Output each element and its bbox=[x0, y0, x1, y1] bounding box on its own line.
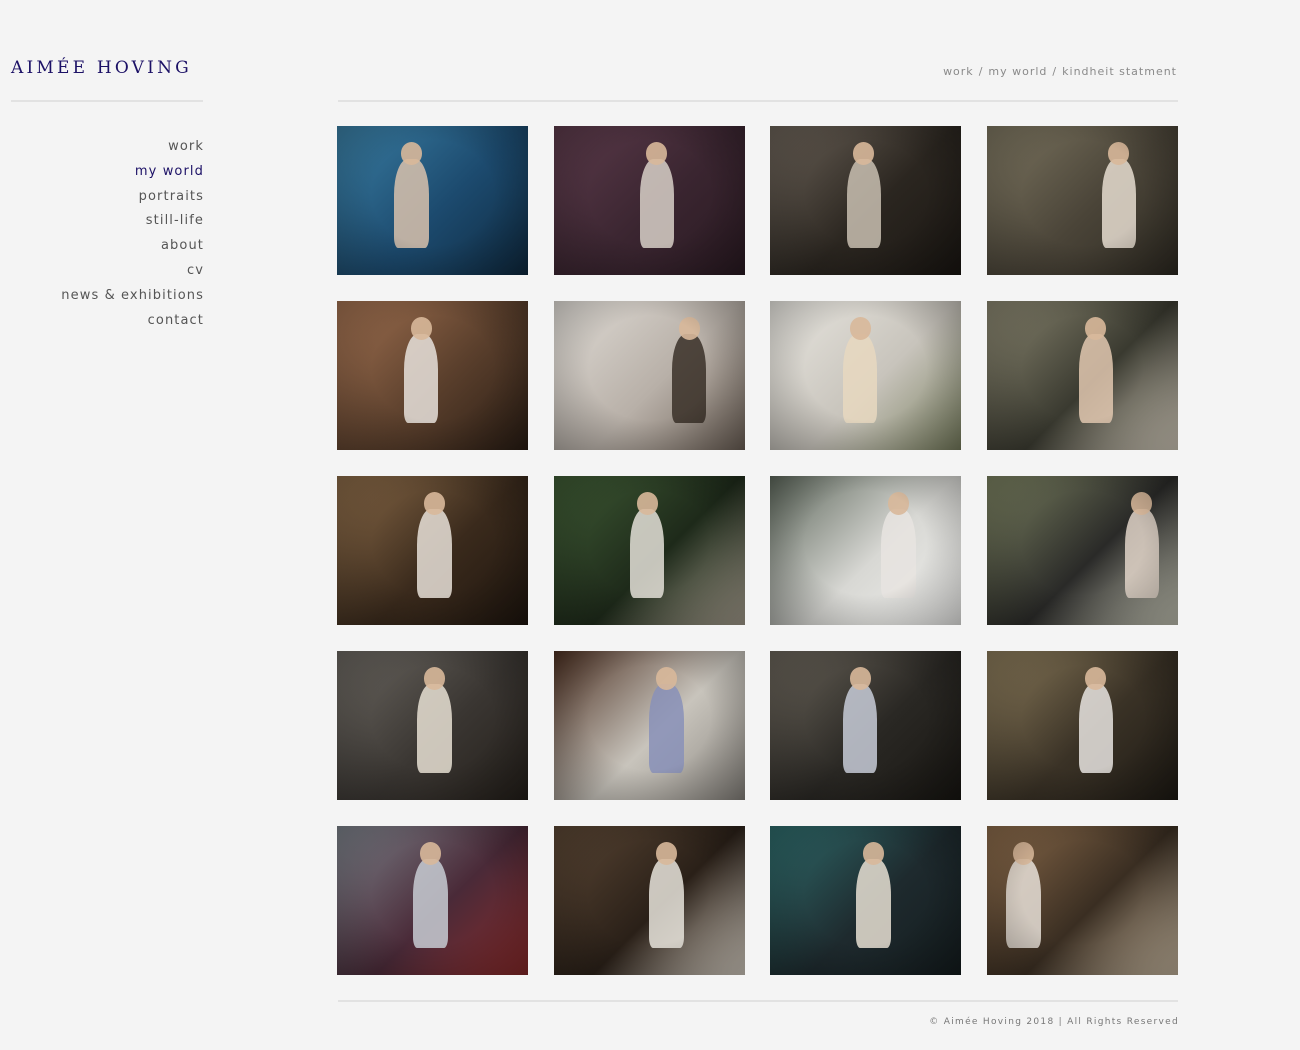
gallery-thumbnail[interactable] bbox=[770, 651, 962, 800]
gallery-thumbnail[interactable] bbox=[337, 126, 528, 275]
header-divider bbox=[338, 100, 1178, 102]
page: AIMÉE HOVING work my world portraits sti… bbox=[0, 0, 1300, 1050]
main-nav: work my world portraits still-life about… bbox=[11, 137, 204, 335]
gallery-thumbnail[interactable] bbox=[987, 301, 1179, 450]
gallery-thumbnail[interactable] bbox=[987, 476, 1179, 625]
breadcrumb-work[interactable]: work bbox=[943, 65, 974, 78]
photo-vignette bbox=[337, 476, 528, 625]
gallery-thumbnail[interactable] bbox=[337, 301, 528, 450]
photo-gallery bbox=[337, 126, 1179, 975]
photo-vignette bbox=[987, 301, 1179, 450]
gallery-thumbnail[interactable] bbox=[770, 826, 962, 975]
footer-copyright: © Aimée Hoving 2018 | All Rights Reserve… bbox=[929, 1017, 1179, 1027]
nav-item-portraits[interactable]: portraits bbox=[11, 187, 204, 212]
gallery-thumbnail[interactable] bbox=[987, 826, 1179, 975]
photo-vignette bbox=[987, 826, 1179, 975]
photo-vignette bbox=[770, 126, 962, 275]
nav-item-news-exhibitions[interactable]: news & exhibitions bbox=[11, 286, 204, 311]
breadcrumb-current: kindheit statment bbox=[1062, 65, 1177, 78]
breadcrumb-separator: / bbox=[1052, 65, 1058, 78]
gallery-thumbnail[interactable] bbox=[987, 651, 1179, 800]
photo-vignette bbox=[553, 651, 745, 800]
gallery-thumbnail[interactable] bbox=[987, 126, 1179, 275]
gallery-thumbnail[interactable] bbox=[770, 126, 962, 275]
site-logo[interactable]: AIMÉE HOVING bbox=[11, 58, 205, 78]
nav-item-my-world[interactable]: my world bbox=[11, 162, 204, 187]
logo-divider bbox=[11, 100, 203, 102]
photo-vignette bbox=[337, 651, 528, 800]
photo-vignette bbox=[987, 476, 1179, 625]
photo-vignette bbox=[337, 826, 528, 975]
gallery-thumbnail[interactable] bbox=[770, 476, 962, 625]
gallery-thumbnail[interactable] bbox=[337, 826, 528, 975]
gallery-thumbnail[interactable] bbox=[553, 826, 745, 975]
nav-item-about[interactable]: about bbox=[11, 236, 204, 261]
footer-divider bbox=[338, 1000, 1178, 1002]
photo-vignette bbox=[337, 126, 528, 275]
photo-vignette bbox=[553, 476, 745, 625]
photo-vignette bbox=[337, 301, 528, 450]
photo-vignette bbox=[987, 651, 1179, 800]
gallery-thumbnail[interactable] bbox=[337, 476, 528, 625]
photo-vignette bbox=[553, 826, 745, 975]
nav-item-still-life[interactable]: still-life bbox=[11, 211, 204, 236]
nav-item-work[interactable]: work bbox=[11, 137, 204, 162]
nav-item-cv[interactable]: cv bbox=[11, 261, 204, 286]
photo-vignette bbox=[770, 651, 962, 800]
photo-vignette bbox=[770, 826, 962, 975]
breadcrumb-my-world[interactable]: my world bbox=[988, 65, 1047, 78]
gallery-thumbnail[interactable] bbox=[337, 651, 528, 800]
gallery-thumbnail[interactable] bbox=[553, 476, 745, 625]
nav-item-contact[interactable]: contact bbox=[11, 311, 204, 336]
gallery-thumbnail[interactable] bbox=[553, 651, 745, 800]
photo-vignette bbox=[553, 301, 745, 450]
gallery-thumbnail[interactable] bbox=[553, 126, 745, 275]
breadcrumb-separator: / bbox=[978, 65, 984, 78]
gallery-thumbnail[interactable] bbox=[770, 301, 962, 450]
photo-vignette bbox=[553, 126, 745, 275]
photo-vignette bbox=[770, 301, 962, 450]
gallery-thumbnail[interactable] bbox=[553, 301, 745, 450]
photo-vignette bbox=[987, 126, 1179, 275]
breadcrumb: work / my world / kindheit statment bbox=[943, 65, 1177, 78]
photo-vignette bbox=[770, 476, 962, 625]
